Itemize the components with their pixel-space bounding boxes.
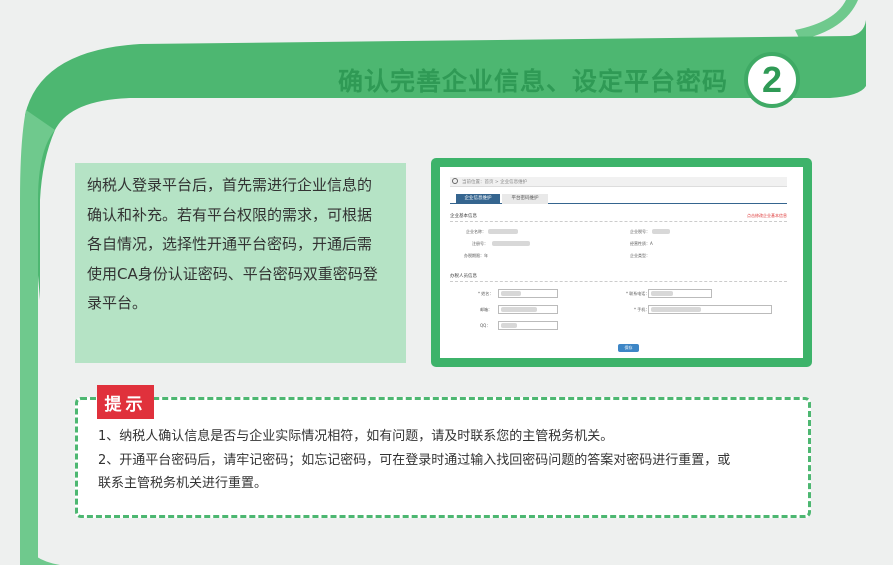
description-panel: 纳税人登录平台后，首先需进行企业信息的 确认和补充。若有平台权限的需求，可根据 … — [75, 163, 406, 363]
tips-content: 1、纳税人确认信息是否与企业实际情况相符，如有问题，请及时联系您的主管税务机关。… — [98, 425, 788, 496]
field-label: 企业名称： — [466, 229, 486, 234]
tip-line: 1、纳税人确认信息是否与企业实际情况相符，如有问题，请及时联系您的主管税务机关。 — [98, 429, 614, 444]
field-label: 办税期限：年 — [464, 253, 488, 258]
description-line: 使用CA身份认证密码、平台密码双重密码登 — [87, 264, 378, 283]
page-title: 确认完善企业信息、设定平台密码 — [338, 67, 729, 96]
location-icon — [452, 178, 458, 184]
field-value — [492, 241, 530, 246]
breadcrumb: 当前位置：首页 > 企业信息维护 — [450, 177, 787, 187]
phone-input[interactable] — [648, 289, 712, 298]
field-label: 注册号： — [472, 241, 488, 246]
tip-line: 联系主管税务机关进行重置。 — [98, 476, 268, 491]
step-number-badge: 2 — [744, 52, 800, 108]
description-line: 各自情况，选择性开通平台密码，开通后需 — [87, 235, 373, 253]
description-line: 录平台。 — [87, 294, 148, 312]
mobile-input[interactable] — [648, 305, 772, 314]
field-value — [652, 229, 670, 234]
tab-enterprise-info[interactable]: 企业信息维护 — [456, 194, 500, 204]
description-line: 确认和补充。若有平台权限的需求，可根据 — [87, 205, 373, 224]
tab-bar: 企业信息维护 平台密码维护 — [450, 193, 787, 204]
field-label: 经营性质：A — [630, 241, 653, 246]
save-button[interactable]: 保存 — [618, 344, 639, 352]
section-basic-info: 企业基本信息 — [450, 214, 477, 219]
enterprise-info-screenshot: 当前位置：首页 > 企业信息维护 企业信息维护 平台密码维护 企业基本信息 点击… — [440, 167, 803, 358]
field-label: 企业税号： — [630, 229, 650, 234]
field-label: * 联系电话： — [626, 291, 650, 296]
edit-info-link[interactable]: 点击修改企业基本信息 — [747, 213, 787, 219]
divider — [450, 221, 787, 222]
screenshot-frame: 当前位置：首页 > 企业信息维护 企业信息维护 平台密码维护 企业基本信息 点击… — [431, 158, 812, 367]
tips-badge: 提示 — [97, 385, 154, 419]
description-line: 纳税人登录平台后，首先需进行企业信息的 — [87, 176, 373, 194]
breadcrumb-text: 当前位置：首页 > 企业信息维护 — [462, 180, 528, 185]
tab-platform-password[interactable]: 平台密码维护 — [502, 194, 548, 204]
field-label: * 手机： — [634, 307, 650, 312]
field-label: * 姓名： — [478, 291, 494, 296]
email-input[interactable] — [498, 305, 558, 314]
field-label: 邮箱： — [480, 307, 492, 312]
field-label: QQ： — [480, 323, 491, 328]
section-contact-info: 办税人员信息 — [450, 274, 477, 279]
name-input[interactable] — [498, 289, 558, 298]
tip-line: 2、开通平台密码后，请牢记密码；如忘记密码，可在登录时通过输入找回密码问题的答案… — [98, 452, 731, 468]
field-label: 企业类型： — [630, 253, 650, 258]
divider — [450, 281, 787, 282]
qq-input[interactable] — [498, 321, 558, 330]
field-value — [488, 229, 518, 234]
